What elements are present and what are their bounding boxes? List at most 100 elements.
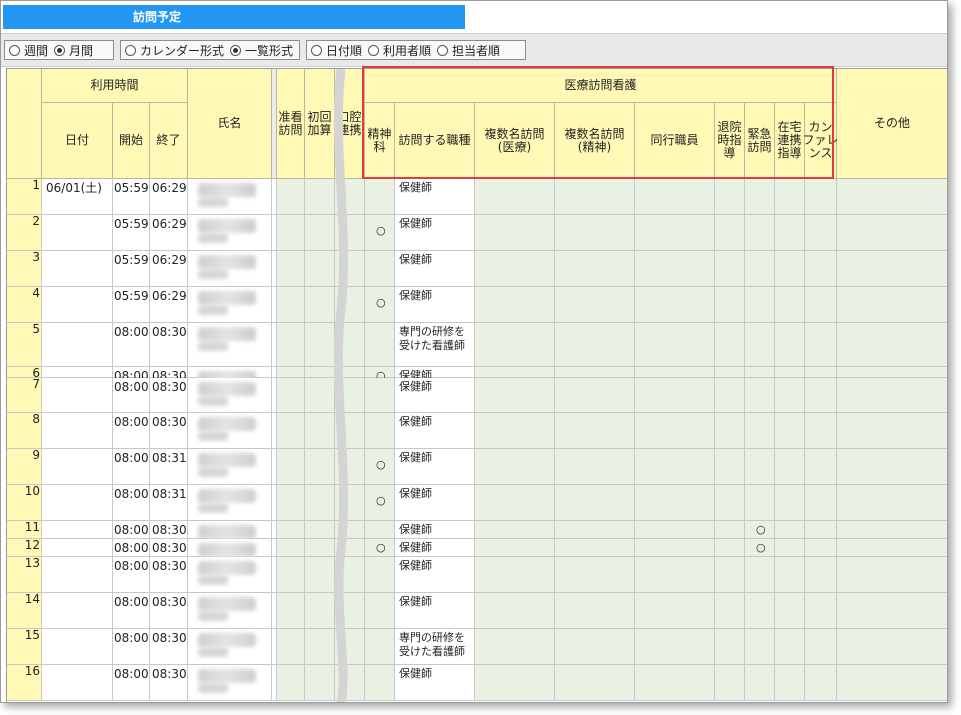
- table-cell: [837, 179, 947, 215]
- table-cell: [837, 593, 947, 629]
- sort-option-1[interactable]: 利用者順: [368, 42, 431, 59]
- sort-option-0[interactable]: 日付順: [311, 42, 362, 59]
- table-cell: [745, 179, 775, 215]
- table-row[interactable]: 16 08:00 08:30 保健師: [7, 664, 947, 701]
- row-number: 12: [24, 538, 40, 552]
- table-cell: [635, 367, 715, 378]
- table-cell: [475, 179, 555, 215]
- radio-button-icon[interactable]: [125, 44, 136, 56]
- radio-button-icon[interactable]: [368, 44, 380, 56]
- table-cell: [42, 629, 113, 665]
- table-cell: [745, 367, 775, 378]
- end-cell: 08:30: [152, 380, 187, 394]
- table-cell: [555, 557, 635, 593]
- table-cell: [277, 485, 305, 521]
- table-cell: [805, 323, 837, 367]
- row-number: 14: [24, 592, 40, 606]
- sort-radio-group: 日付順 利用者順 担当者順: [306, 40, 526, 60]
- table-cell: [837, 251, 947, 287]
- table-row[interactable]: 7 08:00 08:30 保健師: [7, 377, 947, 413]
- table-cell: [745, 287, 775, 323]
- table-cell: [42, 413, 113, 449]
- table-row[interactable]: 14 08:00 08:30 保健師: [7, 592, 947, 629]
- radio-button-icon[interactable]: [311, 44, 322, 56]
- start-cell: 08:00: [114, 325, 149, 339]
- conference-header: カン ファレ ンス: [803, 103, 839, 179]
- name-redacted: [198, 255, 256, 269]
- radio-button-icon[interactable]: [437, 44, 449, 56]
- table-cell: [555, 449, 635, 485]
- table-cell: [277, 521, 305, 539]
- table-row[interactable]: 9 08:00 08:31 保健師 ○: [7, 448, 947, 485]
- multi-medical-header: 複数名訪問 (医療): [475, 103, 555, 179]
- table-cell: [745, 557, 775, 593]
- sort-option-2[interactable]: 担当者順: [437, 42, 500, 59]
- table-row[interactable]: 3 05:59 06:29 保健師: [7, 250, 947, 287]
- row-number: 10: [24, 484, 40, 498]
- name-redacted: [198, 417, 256, 431]
- start-cell: 08:00: [114, 487, 149, 501]
- name-redacted: [198, 269, 228, 279]
- end-cell: 06:29: [152, 217, 187, 231]
- view-radio-group: カレンダー形式 一覧形式: [120, 40, 300, 60]
- table-row[interactable]: 2 05:59 06:29 保健師 ○: [7, 214, 947, 251]
- usage-time-header: 利用時間: [42, 69, 188, 103]
- end-cell: 08:30: [152, 325, 187, 339]
- table-cell: [775, 378, 805, 413]
- table-row[interactable]: 4 05:59 06:29 保健師 ○: [7, 286, 947, 323]
- table-cell: [715, 449, 745, 485]
- schedule-window: 訪問予定 週間 月間 カレンダー形式 一覧形式 日付順 利用者順 担当者順 利用時間 日…: [0, 0, 948, 703]
- table-cell: [837, 521, 947, 539]
- table-row[interactable]: 12 08:00 08:30 保健師 ○ ○: [7, 538, 947, 557]
- start-cell: 05:59: [114, 289, 149, 303]
- name-redacted: [198, 669, 256, 683]
- table-row[interactable]: 11 08:00 08:30 保健師 ○: [7, 520, 947, 539]
- end-cell: 06:29: [152, 289, 187, 303]
- radio-button-icon[interactable]: [230, 44, 242, 56]
- table-cell: [715, 251, 745, 287]
- name-redacted: [198, 233, 228, 243]
- table-row[interactable]: 13 08:00 08:30 保健師: [7, 556, 947, 593]
- table-cell: [277, 629, 305, 665]
- table-cell: [775, 179, 805, 215]
- table-cell: [805, 378, 837, 413]
- row-number: 8: [32, 412, 40, 426]
- view-option-1[interactable]: 一覧形式: [230, 42, 293, 59]
- table-cell: [475, 539, 555, 557]
- start-cell: 08:00: [114, 451, 149, 465]
- radio-button-icon[interactable]: [9, 44, 20, 56]
- table-cell: [555, 378, 635, 413]
- job-type-cell: 保健師: [399, 559, 432, 572]
- name-redacted: [198, 683, 228, 693]
- period-option-1[interactable]: 月間: [54, 42, 93, 59]
- table-cell: [555, 593, 635, 629]
- name-redacted: [198, 396, 228, 406]
- view-option-0[interactable]: カレンダー形式: [125, 42, 224, 59]
- table-row[interactable]: 6 08:00 08:30 保健師 ○: [7, 366, 947, 385]
- table-row[interactable]: 15 08:00 08:30 専門の研修を 受けた看護師: [7, 628, 947, 665]
- table-row[interactable]: 1 06/01(土) 05:59 06:29 保健師: [7, 178, 947, 215]
- end-header: 終了: [150, 103, 188, 179]
- end-cell: 08:31: [152, 487, 187, 501]
- table-cell: [42, 251, 113, 287]
- end-cell: 08:31: [152, 451, 187, 465]
- job-type-cell: 専門の研修を 受けた看護師: [399, 325, 465, 352]
- table-row[interactable]: 10 08:00 08:31 保健師 ○: [7, 484, 947, 521]
- psychiatry-mark: ○: [376, 541, 386, 554]
- table-cell: [745, 323, 775, 367]
- end-cell: 08:30: [152, 541, 187, 555]
- view-option-label: カレンダー形式: [140, 43, 225, 58]
- table-cell: [715, 215, 745, 251]
- table-cell: [277, 593, 305, 629]
- table-row[interactable]: 5 08:00 08:30 専門の研修を 受けた看護師: [7, 322, 947, 367]
- table-cell: [715, 485, 745, 521]
- radio-button-icon[interactable]: [54, 44, 66, 56]
- name-redacted: [198, 489, 256, 503]
- table-cell: [715, 378, 745, 413]
- table-cell: [42, 521, 113, 539]
- table-row[interactable]: 8 08:00 08:30 保健師: [7, 412, 947, 449]
- table-cell: [635, 179, 715, 215]
- period-option-0[interactable]: 週間: [9, 42, 48, 59]
- start-cell: 08:00: [114, 631, 149, 645]
- table-cell: [475, 378, 555, 413]
